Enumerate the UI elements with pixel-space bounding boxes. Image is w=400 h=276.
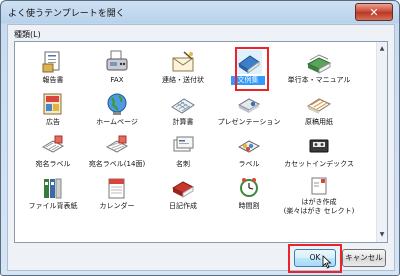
close-button[interactable]: ✕ — [355, 3, 393, 21]
projector-icon — [237, 98, 261, 113]
template-item-business-card[interactable]: 名刺 — [151, 134, 215, 172]
window-title: よく使うテンプレートを開く — [8, 9, 125, 19]
template-item-manuscript-paper[interactable]: 原稿用紙 — [287, 92, 351, 130]
item-label: カセットインデックス — [284, 160, 354, 168]
template-item-cover-letter[interactable]: 連絡・送付状 — [151, 50, 215, 88]
category-label: 種類(L) — [14, 30, 41, 39]
item-label: 単行本・マニュアル — [287, 76, 351, 84]
advertisement-icon — [43, 93, 62, 115]
item-label-line1: はがき作成 — [301, 198, 337, 206]
dialog-body: 種類(L) 報告書 FAX 連絡・送付状 文例集 単行本・マニュアル 広告 ホー… — [7, 24, 395, 273]
template-item-address-label-14[interactable]: 宛名ラベル(14面) — [85, 134, 149, 172]
template-item-homepage[interactable]: ホームページ — [85, 92, 149, 130]
template-item-advertisement[interactable]: 広告 — [21, 92, 85, 130]
label-roll-icon — [237, 140, 261, 153]
manual-icon — [306, 54, 332, 74]
address-label-icon — [41, 135, 65, 153]
item-label: 宛名ラベル — [35, 160, 71, 168]
item-label: ラベル — [238, 160, 260, 168]
report-icon — [42, 51, 60, 73]
template-item-timetable[interactable]: 時間割 — [217, 176, 281, 214]
item-label: ファイル背表紙 — [28, 202, 78, 210]
postcard-icon — [311, 177, 327, 195]
scroll-up-icon[interactable]: ▲ — [378, 44, 386, 54]
address-label-14-icon — [105, 135, 129, 153]
clock-icon — [240, 178, 258, 197]
item-label: 名刺 — [176, 160, 190, 168]
cancel-button[interactable]: キャンセル — [342, 249, 386, 267]
item-label: 計算書 — [172, 118, 194, 126]
template-list[interactable]: 報告書 FAX 連絡・送付状 文例集 単行本・マニュアル 広告 ホームページ 計… — [14, 41, 388, 243]
dialog-window: よく使うテンプレートを開く ✕ 種類(L) 報告書 FAX 連絡・送付状 文例集… — [0, 0, 400, 276]
item-label: 広告 — [46, 118, 60, 126]
item-label: プレゼンテーション — [217, 118, 281, 126]
item-label: ホームページ — [96, 118, 138, 126]
template-item-diary[interactable]: 日記作成 — [151, 176, 215, 214]
ok-button-highlight — [288, 244, 342, 273]
calculator-sheet-icon — [171, 98, 195, 114]
cassette-icon — [309, 139, 329, 153]
item-label: 連絡・送付状 — [162, 76, 204, 84]
template-item-manual[interactable]: 単行本・マニュアル — [287, 50, 351, 88]
template-item-fax[interactable]: FAX — [85, 50, 149, 88]
template-item-address-label[interactable]: 宛名ラベル — [21, 134, 85, 172]
mouse-pointer-icon — [322, 255, 332, 269]
item-label: はがき作成 (楽々はがき セレクト) — [283, 198, 355, 216]
item-label: 原稿用紙 — [305, 118, 333, 126]
item-label: 報告書 — [42, 76, 64, 84]
list-scrollbar[interactable]: ▲ ▼ — [376, 42, 387, 242]
scroll-down-icon[interactable]: ▼ — [378, 230, 386, 240]
template-item-calculation-sheet[interactable]: 計算書 — [151, 92, 215, 130]
item-label: カレンダー — [99, 202, 135, 210]
cover-letter-icon — [172, 51, 194, 72]
manuscript-paper-icon — [306, 98, 332, 114]
item-label: FAX — [110, 76, 124, 84]
template-item-presentation[interactable]: プレゼンテーション — [217, 92, 281, 130]
template-item-cassette-index[interactable]: カセットインデックス — [284, 134, 354, 172]
fax-icon — [106, 50, 128, 71]
title-bar[interactable]: よく使うテンプレートを開く ✕ — [1, 1, 399, 23]
template-item-postcard[interactable]: はがき作成 (楽々はがき セレクト) — [284, 176, 354, 215]
selected-item-highlight — [235, 47, 269, 91]
item-label: 宛名ラベル(14面) — [88, 160, 146, 168]
template-item-calendar[interactable]: カレンダー — [85, 176, 149, 214]
business-card-icon — [173, 136, 194, 152]
diary-icon — [171, 181, 195, 198]
item-label: 日記作成 — [169, 202, 197, 210]
file-spine-icon — [44, 178, 62, 199]
template-item-report[interactable]: 報告書 — [21, 50, 85, 88]
template-item-file-spine[interactable]: ファイル背表紙 — [21, 176, 85, 214]
item-label-line2: (楽々はがき セレクト) — [283, 207, 355, 215]
template-item-label[interactable]: ラベル — [217, 134, 281, 172]
calendar-icon — [108, 178, 125, 199]
globe-icon — [107, 93, 127, 115]
item-label: 時間割 — [238, 202, 260, 210]
